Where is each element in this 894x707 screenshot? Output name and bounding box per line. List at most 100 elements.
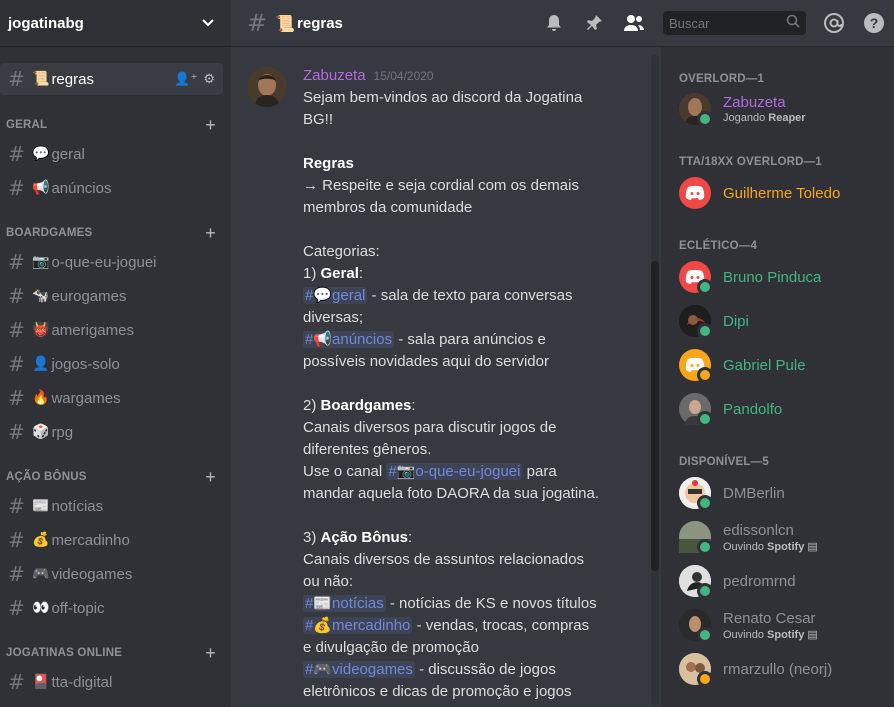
channel-off-topic[interactable]: # 👀 off-topic <box>0 592 223 624</box>
channel-mention-o-que-eu-joguei[interactable]: #📷o-que-eu-joguei <box>386 463 523 480</box>
mention-label: 📰notícias <box>313 595 384 612</box>
hash-icon: # <box>8 142 25 166</box>
hash-icon: # <box>8 250 25 274</box>
channel-o-que-eu-joguei[interactable]: # 📷 o-que-eu-joguei <box>0 246 223 278</box>
category-acao-bonus[interactable]: AÇÃO BÔNUS + <box>6 467 216 487</box>
member-name: Renato Cesar <box>723 609 816 627</box>
channel-mention-videogames[interactable]: #🎮videogames <box>303 661 415 678</box>
channel-anuncios[interactable]: # 📢 anúncios <box>0 172 223 204</box>
add-channel-icon[interactable]: + <box>205 223 216 244</box>
text-line: #💰mercadinho - vendas, trocas, compras <box>303 615 643 637</box>
mention-label: 🎮videogames <box>313 661 413 678</box>
activity-name: Reaper <box>768 112 806 124</box>
member-edissonlcn[interactable]: edissonlcn Ouvindo Spotify ▤ <box>679 517 889 557</box>
scrollbar-thumb[interactable] <box>651 261 659 571</box>
channel-mercadinho[interactable]: # 💰 mercadinho <box>0 524 223 556</box>
pin-icon[interactable] <box>583 12 605 34</box>
online-status-icon <box>697 539 713 555</box>
online-status-icon <box>697 583 713 599</box>
help-icon[interactable]: ? <box>863 12 885 34</box>
channel-label: tta-digital <box>51 673 113 691</box>
activity-prefix: Ouvindo <box>723 628 768 641</box>
timestamp: 15/04/2020 <box>373 69 434 83</box>
activity-name: Spotify <box>767 628 805 641</box>
channel-label: notícias <box>51 497 104 515</box>
text-line: eletrônicos e dicas de promoção e jogos <box>303 683 572 700</box>
ogre-emoji: 👹 <box>32 322 50 338</box>
channel-mention-anuncios[interactable]: #📢anúncios <box>303 331 395 348</box>
member-zabuzeta[interactable]: Zabuzeta Jogando Reaper <box>679 89 889 129</box>
search-input[interactable]: Buscar <box>663 11 806 35</box>
message-scrollbar[interactable] <box>651 55 659 705</box>
guild-header[interactable]: jogatinabg <box>0 0 231 47</box>
text-line: #💬geral - sala de texto para conversas <box>303 285 643 307</box>
invite-icon[interactable]: 👤⁺ <box>174 71 197 87</box>
avatar <box>679 349 713 383</box>
chevron-down-icon[interactable] <box>201 15 215 31</box>
text-span: - notícias de KS e novos títulos <box>385 595 597 612</box>
member-rmarzullo[interactable]: rmarzullo (neorj) <box>679 649 889 689</box>
add-channel-icon[interactable]: + <box>205 115 216 136</box>
text-line: Categorias: <box>303 243 380 260</box>
scroll-emoji: 📜 <box>32 71 50 87</box>
members-icon[interactable] <box>623 12 645 34</box>
mentions-icon[interactable] <box>823 12 845 34</box>
category-geral[interactable]: GERAL + <box>6 115 216 135</box>
member-bruno-pinduca[interactable]: Bruno Pinduca <box>679 257 889 297</box>
text-span: Geral <box>320 265 359 282</box>
channel-rpg[interactable]: # 🎲 rpg <box>0 416 223 448</box>
scroll-emoji: 📜 <box>275 13 296 33</box>
channel-header: # 📜 regras Buscar ? <box>231 0 894 47</box>
channel-jogos-solo[interactable]: # 👤 jogos-solo <box>0 348 223 380</box>
channel-videogames[interactable]: # 🎮 videogames <box>0 558 223 590</box>
add-channel-icon[interactable]: + <box>205 643 216 664</box>
text-line: Use o canal #📷o-que-eu-joguei para <box>303 461 643 483</box>
add-channel-icon[interactable]: + <box>205 467 216 488</box>
channel-wargames[interactable]: # 🔥 wargames <box>0 382 223 414</box>
gamepad-emoji: 🎮 <box>32 566 50 582</box>
member-name: Guilherme Toledo <box>723 184 841 202</box>
role-header: ECLÉTICO—4 <box>679 240 758 252</box>
member-text: Zabuzeta Jogando Reaper <box>723 94 806 124</box>
avatar <box>679 177 711 209</box>
channel-amerigames[interactable]: # 👹 amerigames <box>0 314 223 346</box>
channel-mention-geral[interactable]: #💬geral <box>303 287 368 304</box>
avatar[interactable] <box>247 67 287 107</box>
money-bag-emoji: 💰 <box>32 532 50 548</box>
bell-icon[interactable] <box>543 12 565 34</box>
channel-label: o-que-eu-joguei <box>51 253 157 271</box>
member-name: edissonlcn <box>723 521 794 539</box>
member-activity: Jogando Reaper <box>723 112 806 124</box>
avatar <box>679 393 713 427</box>
member-pedromrnd[interactable]: pedromrnd <box>679 561 889 601</box>
channel-noticias[interactable]: # 📰 notícias <box>0 490 223 522</box>
gear-icon[interactable]: ⚙ <box>203 71 215 87</box>
mention-label: 📢anúncios <box>313 331 393 348</box>
mention-label: 💬geral <box>313 287 366 304</box>
member-guilherme-toledo[interactable]: Guilherme Toledo <box>679 173 889 213</box>
megaphone-emoji: 📢 <box>32 180 50 196</box>
channel-mention-mercadinho[interactable]: #💰mercadinho <box>303 617 413 634</box>
member-text: rmarzullo (neorj) <box>723 661 832 678</box>
channel-tta-digital[interactable]: # 🎴 tta-digital <box>0 666 223 698</box>
channel-label: anúncios <box>51 179 112 197</box>
category-jogatinas-online[interactable]: JOGATINAS ONLINE + <box>6 643 216 663</box>
text-line: Canais diversos para discutir jogos de <box>303 419 557 436</box>
fire-emoji: 🔥 <box>32 390 50 406</box>
channel-eurogames[interactable]: # 🐄 eurogames <box>0 280 223 312</box>
text-line: Sejam bem-vindos ao discord da Jogatina <box>303 89 583 106</box>
member-gabriel-pule[interactable]: Gabriel Pule <box>679 345 889 385</box>
member-dipi[interactable]: Dipi <box>679 301 889 341</box>
member-renato-cesar[interactable]: Renato Cesar Ouvindo Spotify ▤ <box>679 605 889 645</box>
channel-regras[interactable]: # 📜 regras 👤⁺ ⚙ <box>0 63 223 95</box>
member-dmberlin[interactable]: DMBerlin <box>679 473 889 513</box>
category-boardgames[interactable]: BOARDGAMES + <box>6 223 216 243</box>
guild-name: jogatinabg <box>8 14 84 32</box>
channel-mention-noticias[interactable]: #📰notícias <box>303 595 386 612</box>
member-pandolfo[interactable]: Pandolfo <box>679 389 889 429</box>
channel-geral[interactable]: # 💬 geral <box>0 138 223 170</box>
role-header: OVERLORD—1 <box>679 73 765 85</box>
author-name[interactable]: Zabuzeta <box>303 67 366 84</box>
category-label: JOGATINAS ONLINE <box>6 647 123 659</box>
